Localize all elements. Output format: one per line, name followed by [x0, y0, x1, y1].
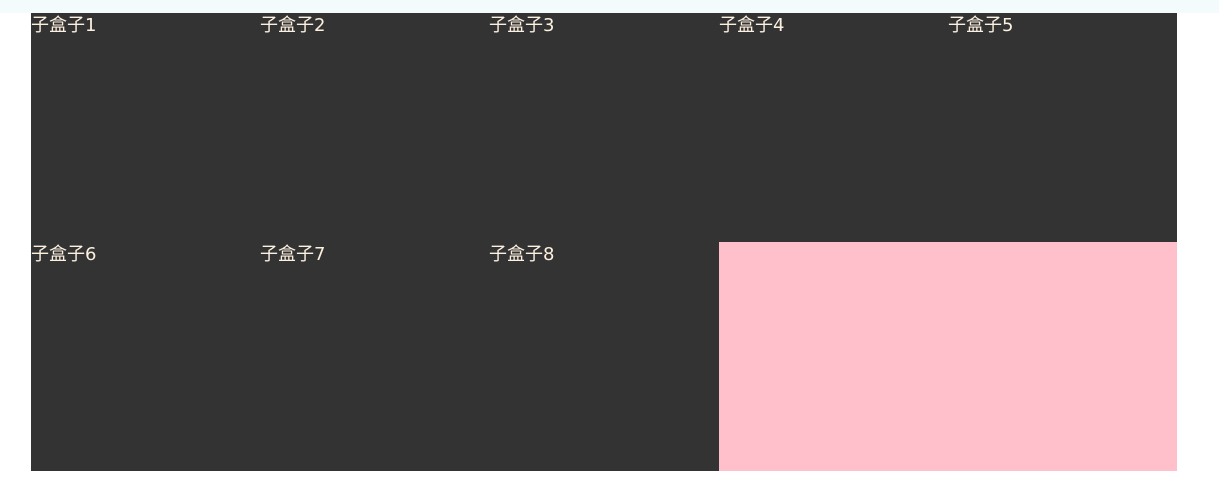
- child-box-7-label: 子盒子7: [260, 244, 326, 265]
- child-box-8-label: 子盒子8: [489, 244, 555, 265]
- child-box-2-label: 子盒子2: [260, 15, 326, 36]
- child-box-1: 子盒子1: [31, 13, 260, 242]
- child-box-5: 子盒子5: [948, 13, 1177, 242]
- child-box-8: 子盒子8: [489, 242, 718, 471]
- child-box-6-label: 子盒子6: [31, 244, 97, 265]
- child-box-4-label: 子盒子4: [719, 15, 785, 36]
- child-box-7: 子盒子7: [260, 242, 489, 471]
- child-box-4: 子盒子4: [719, 13, 948, 242]
- child-box-2: 子盒子2: [260, 13, 489, 242]
- child-box-3-label: 子盒子3: [489, 15, 555, 36]
- child-box-5-label: 子盒子5: [948, 15, 1014, 36]
- top-strip: [0, 0, 1219, 13]
- parent-box: 子盒子1 子盒子2 子盒子3 子盒子4 子盒子5 子盒子6 子盒子7 子盒子8: [31, 13, 1177, 471]
- remaining-space-area: [719, 242, 1177, 471]
- child-box-3: 子盒子3: [489, 13, 718, 242]
- child-box-1-label: 子盒子1: [31, 15, 97, 36]
- child-box-6: 子盒子6: [31, 242, 260, 471]
